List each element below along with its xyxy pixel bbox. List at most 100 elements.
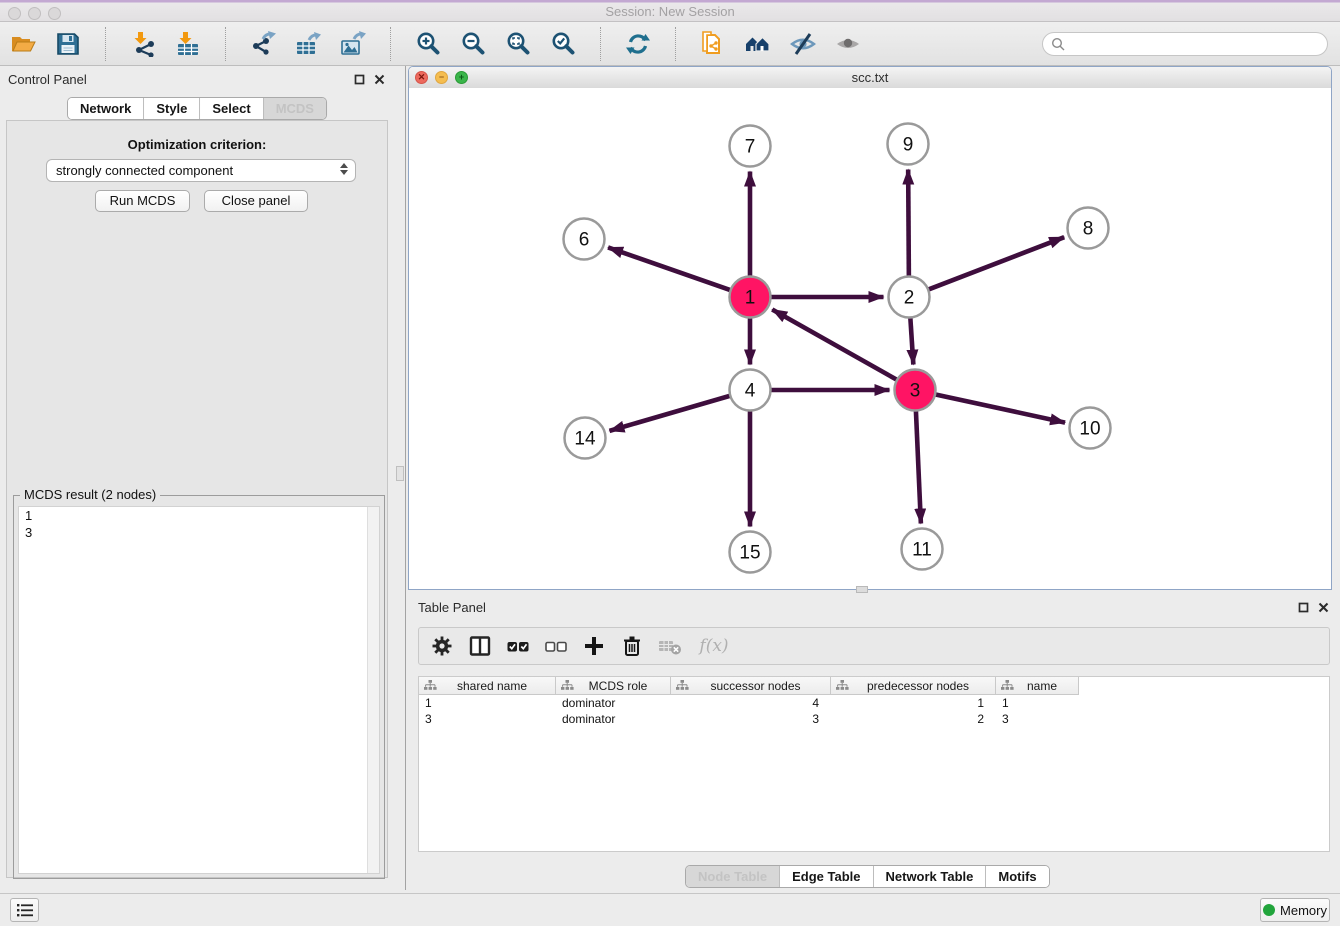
- node-label-14: 14: [574, 429, 596, 450]
- search-box[interactable]: [1042, 32, 1328, 56]
- hierarchy-icon: [676, 680, 689, 691]
- fit-content-icon[interactable]: [501, 27, 535, 61]
- table-cell[interactable]: 3: [996, 711, 1079, 727]
- edge-1-6[interactable]: [608, 247, 733, 291]
- table-cell[interactable]: 3: [671, 711, 831, 727]
- node-label-6: 6: [579, 230, 590, 251]
- edge-2-3[interactable]: [910, 314, 913, 364]
- memory-status-icon: [1263, 904, 1275, 916]
- float-panel-icon[interactable]: [354, 74, 365, 85]
- result-scrollbar[interactable]: [367, 507, 379, 873]
- node-label-7: 7: [745, 137, 756, 158]
- control-panel-title: Control Panel: [8, 72, 87, 87]
- tab-network[interactable]: Network: [68, 98, 143, 119]
- save-session-icon[interactable]: [51, 27, 85, 61]
- table-cell[interactable]: 3: [419, 711, 556, 727]
- float-table-panel-icon[interactable]: [1298, 602, 1309, 613]
- home-icon[interactable]: [741, 27, 775, 61]
- node-label-3: 3: [910, 381, 921, 402]
- export-network-icon[interactable]: [246, 27, 280, 61]
- mcds-result-title: MCDS result (2 nodes): [20, 487, 160, 502]
- deselect-all-icon[interactable]: [543, 633, 569, 659]
- edge-3-1[interactable]: [772, 310, 900, 382]
- network-view[interactable]: 7968124314101511: [409, 88, 1331, 589]
- search-input[interactable]: [1070, 36, 1327, 53]
- column-header-mcds-role[interactable]: MCDS role: [556, 677, 671, 695]
- zoom-selected-icon[interactable]: [546, 27, 580, 61]
- mcds-result-line: 3: [19, 524, 379, 541]
- edge-2-8[interactable]: [925, 237, 1064, 291]
- select-all-icon[interactable]: [505, 633, 531, 659]
- run-mcds-button[interactable]: Run MCDS: [95, 190, 190, 212]
- mcds-result-textarea[interactable]: 13: [18, 506, 380, 874]
- network-window-titlebar[interactable]: ✕ − + scc.txt: [409, 67, 1331, 89]
- export-image-icon[interactable]: [336, 27, 370, 61]
- table-cell[interactable]: 1: [996, 695, 1079, 711]
- optimization-criterion-select[interactable]: strongly connected component: [46, 159, 356, 182]
- panel-divider[interactable]: [405, 66, 406, 890]
- tab-style[interactable]: Style: [143, 98, 199, 119]
- column-header-successor-nodes[interactable]: successor nodes: [671, 677, 831, 695]
- import-table-icon[interactable]: [171, 27, 205, 61]
- column-header-shared-name[interactable]: shared name: [419, 677, 556, 695]
- table-cell[interactable]: dominator: [556, 711, 671, 727]
- status-menu-button[interactable]: [10, 898, 39, 922]
- table-cell[interactable]: 4: [671, 695, 831, 711]
- node-label-10: 10: [1079, 419, 1100, 440]
- hierarchy-icon: [424, 680, 437, 691]
- table-row[interactable]: 3dominator323: [419, 711, 1329, 727]
- status-bar: Memory: [0, 893, 1340, 926]
- panel-divider-handle[interactable]: [396, 466, 404, 481]
- tab-motifs[interactable]: Motifs: [985, 866, 1048, 887]
- column-header-predecessor-nodes[interactable]: predecessor nodes: [831, 677, 996, 695]
- edge-2-9[interactable]: [908, 169, 909, 279]
- show-panel-icon[interactable]: [831, 27, 865, 61]
- network-graph[interactable]: 7968124314101511: [409, 88, 1331, 589]
- list-icon: [16, 902, 34, 918]
- tab-select[interactable]: Select: [199, 98, 262, 119]
- select-arrows-icon: [340, 163, 348, 175]
- table-tabs: Node TableEdge TableNetwork TableMotifs: [685, 865, 1050, 888]
- edge-3-11[interactable]: [916, 407, 921, 523]
- close-table-panel-icon[interactable]: [1318, 602, 1329, 613]
- table-cell[interactable]: 2: [831, 711, 996, 727]
- tab-node-table[interactable]: Node Table: [686, 866, 779, 887]
- refresh-layout-icon[interactable]: [621, 27, 655, 61]
- tab-network-table[interactable]: Network Table: [873, 866, 986, 887]
- open-session-icon[interactable]: [6, 27, 40, 61]
- column-header-name[interactable]: name: [996, 677, 1079, 695]
- hide-panel-icon[interactable]: [786, 27, 820, 61]
- tab-mcds[interactable]: MCDS: [263, 98, 326, 119]
- add-row-icon[interactable]: [581, 633, 607, 659]
- table-cell[interactable]: dominator: [556, 695, 671, 711]
- import-network-icon[interactable]: [126, 27, 160, 61]
- node-label-11: 11: [912, 540, 932, 561]
- node-table[interactable]: shared nameMCDS rolesuccessor nodesprede…: [418, 676, 1330, 852]
- zoom-out-icon[interactable]: [456, 27, 490, 61]
- close-panel-button[interactable]: Close panel: [204, 190, 308, 212]
- export-table-icon[interactable]: [291, 27, 325, 61]
- toolbar-separator: [105, 27, 106, 61]
- memory-button[interactable]: Memory: [1260, 898, 1330, 922]
- edge-4-14[interactable]: [609, 395, 733, 431]
- table-row[interactable]: 1dominator411: [419, 695, 1329, 711]
- table-settings-icon[interactable]: [429, 633, 455, 659]
- toolbar-separator: [675, 27, 676, 61]
- show-column-icon[interactable]: [467, 633, 493, 659]
- table-toolbar: f(x): [418, 627, 1330, 665]
- zoom-in-icon[interactable]: [411, 27, 445, 61]
- memory-label: Memory: [1280, 903, 1327, 918]
- node-label-2: 2: [904, 288, 915, 309]
- edge-3-10[interactable]: [932, 394, 1065, 423]
- control-panel-tabs: NetworkStyleSelectMCDS: [67, 97, 327, 120]
- delete-row-icon[interactable]: [619, 633, 645, 659]
- horizontal-split-grip[interactable]: [856, 586, 868, 593]
- table-panel: Table Panel f(x) shared nameMCDS rol: [408, 595, 1340, 893]
- tab-edge-table[interactable]: Edge Table: [779, 866, 872, 887]
- close-panel-icon[interactable]: [374, 74, 385, 85]
- window-title: Session: New Session: [0, 4, 1340, 19]
- share-network-icon[interactable]: [696, 27, 730, 61]
- table-cell[interactable]: 1: [831, 695, 996, 711]
- node-label-8: 8: [1083, 219, 1094, 240]
- table-cell[interactable]: 1: [419, 695, 556, 711]
